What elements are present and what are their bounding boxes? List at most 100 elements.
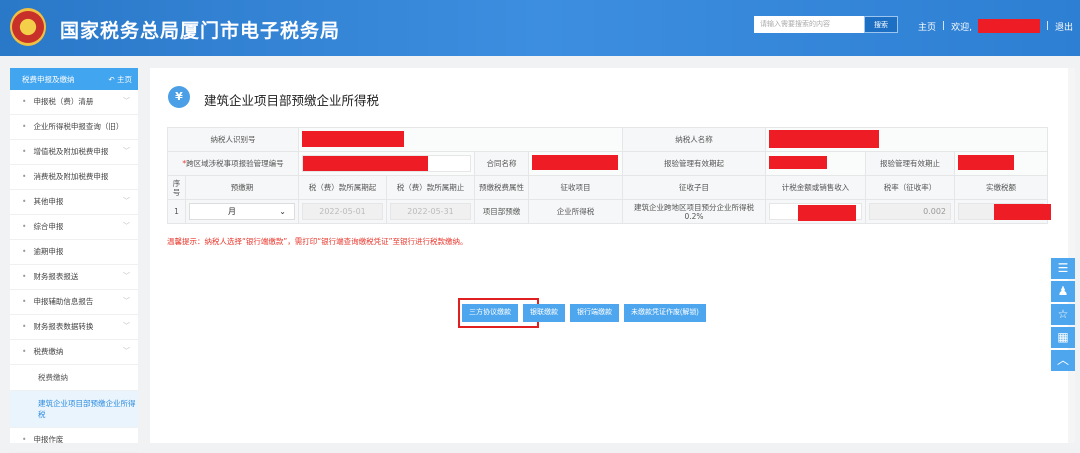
sidebar-home-link[interactable]: ↶ 主页 [108, 74, 132, 85]
redacted-username [977, 19, 1040, 33]
sidebar-item-label: 企业所得税申报查询（旧） [33, 122, 124, 131]
sidebar-item[interactable]: • 消费税及附加税费申报 [10, 165, 138, 190]
void-voucher-button[interactable]: 未缴款凭证作废(解锁) [624, 304, 706, 322]
sidebar-item[interactable]: • 申报作废 [10, 428, 138, 453]
sidebar-heading: 税费申报及缴纳 [22, 74, 75, 84]
subitem-cell: 建筑企业跨地区项目预分企业所得税0.2% [622, 199, 766, 224]
sidebar-item-label: 税费缴纳 [33, 347, 64, 356]
tax-emblem-logo [10, 8, 46, 46]
period-select[interactable]: 月 ⌄ [185, 199, 299, 224]
sidebar-item-label: 申报税（费）清册 [33, 97, 94, 106]
sidebar-item[interactable]: • 税费缴纳 ﹀ [10, 340, 138, 365]
chevron-down-icon: ﹀ [123, 197, 130, 205]
sidebar-item[interactable]: • 申报税（费）清册 ﹀ [10, 90, 138, 115]
header: 国家税务总局厦门市电子税务局 请输入需要搜索的内容 搜索 主页 | 欢迎, | … [0, 0, 1080, 56]
mgmt-no-input[interactable] [298, 151, 475, 176]
separator: | [1045, 21, 1049, 31]
sidebar-item[interactable]: • 企业所得税申报查询（旧） [10, 115, 138, 140]
sidebar-item-label: 财务报表报送 [33, 272, 79, 281]
item-cell: 企业所得税 [528, 199, 623, 224]
bullet-icon: • [22, 147, 27, 156]
contract-value [528, 151, 623, 176]
valid-to-value [954, 151, 1048, 176]
page-title: 建筑企业项目部预缴企业所得税 [204, 93, 380, 108]
attribute-cell: 项目部预缴 [474, 199, 529, 224]
taxpayer-id-value [298, 127, 623, 152]
user-icon[interactable]: ♟ [1051, 281, 1075, 302]
bullet-icon: • [22, 197, 27, 206]
bullet-icon: • [22, 247, 27, 256]
bank-payment-button[interactable]: 银行端缴款 [570, 304, 619, 322]
home-label: 主页 [117, 74, 132, 84]
form-icon[interactable]: ☰ [1051, 258, 1075, 279]
tax-form-table: 纳税人识别号 纳税人名称 *跨区域涉税事项报验管理编号 合同名称 报验管理有效期… [167, 127, 1051, 224]
sidebar-item-label: 财务报表数据转换 [33, 322, 94, 331]
sidebar-subitem[interactable]: 税费缴纳 [10, 365, 138, 391]
chevron-down-icon: ﹀ [123, 97, 130, 105]
up-icon[interactable]: ︿ [1051, 350, 1075, 371]
sidebar-item[interactable]: • 逾期申报 [10, 240, 138, 265]
column-header: 征收项目 [528, 175, 623, 200]
column-header: 实缴税额 [954, 175, 1048, 200]
bullet-icon: • [22, 172, 27, 181]
bullet-icon: • [22, 97, 27, 106]
taxpayer-name-label: 纳税人名称 [622, 127, 766, 152]
row-index: 1 [167, 199, 186, 224]
column-header: 税（费）款所属期起 [298, 175, 387, 200]
bullet-icon: • [22, 122, 27, 131]
column-header: 预缴税费属性 [474, 175, 529, 200]
home-link[interactable]: 主页 [918, 20, 936, 33]
taxpayer-name-value [765, 127, 1048, 152]
star-icon[interactable]: ☆ [1051, 304, 1075, 325]
calculator-icon[interactable]: ▦ [1051, 327, 1075, 348]
sidebar-subitem-active[interactable]: 建筑企业项目部预缴企业所得税 [10, 391, 138, 428]
mgmt-no-text: 跨区域涉税事项报验管理编号 [186, 159, 284, 168]
bullet-icon: • [22, 347, 27, 356]
period-end-field: 2022-05-31 [390, 203, 471, 220]
chevron-down-icon: ﹀ [123, 272, 130, 280]
sidebar-item[interactable]: • 财务报表报送 ﹀ [10, 265, 138, 290]
sidebar: 税费申报及缴纳 ↶ 主页 • 申报税（费）清册 ﹀ • 企业所得税申报查询（旧） • 增值税… [10, 68, 138, 453]
separator: | [942, 21, 946, 31]
search-input[interactable]: 请输入需要搜索的内容 [754, 16, 864, 33]
chevron-down-icon: ﹀ [123, 147, 130, 155]
logout-link[interactable]: 退出 [1055, 20, 1073, 33]
valid-from-label: 报验管理有效期起 [622, 151, 766, 176]
period-start-field: 2022-05-01 [302, 203, 383, 220]
column-header: 税（费）款所属期止 [386, 175, 475, 200]
chevron-down-icon: ﹀ [123, 322, 130, 330]
period-value: 月 [228, 207, 236, 216]
sidebar-item-label: 综合申报 [33, 222, 64, 231]
site-title: 国家税务总局厦门市电子税务局 [60, 20, 341, 42]
sidebar-item-label: 申报辅助信息报告 [33, 297, 94, 306]
sidebar-item-label: 消费税及附加税费申报 [33, 172, 109, 181]
unionpay-payment-button[interactable]: 银联缴款 [523, 304, 565, 322]
sidebar-item[interactable]: • 财务报表数据转换 ﹀ [10, 315, 138, 340]
sidebar-item[interactable]: • 综合申报 ﹀ [10, 215, 138, 240]
taxpayer-id-label: 纳税人识别号 [167, 127, 299, 152]
bullet-icon: • [22, 322, 27, 331]
chevron-down-icon: ﹀ [123, 297, 130, 305]
bullet-icon: • [22, 272, 27, 281]
bullet-icon: • [22, 222, 27, 231]
column-header: 税率（征收率） [865, 175, 955, 200]
scrollbar[interactable] [1068, 68, 1075, 443]
notice-text: 温馨提示：纳税人选择“银行端缴款”，需打印“银行端查询缴税凭证”至银行进行税款缴… [167, 237, 468, 246]
chevron-down-icon: ﹀ [123, 222, 130, 230]
sidebar-item-label: 逾期申报 [33, 247, 64, 256]
tax-rate-field: 0.002 [869, 203, 951, 220]
column-header: 序号 [167, 175, 186, 200]
welcome-text: 欢迎, [951, 22, 972, 33]
valid-to-label: 报验管理有效期止 [865, 151, 955, 176]
search-button[interactable]: 搜索 [864, 16, 898, 33]
tripartite-payment-button[interactable]: 三方协议缴款 [462, 304, 518, 322]
bullet-icon: • [22, 297, 27, 306]
sidebar-item[interactable]: • 其他申报 ﹀ [10, 190, 138, 215]
actual-tax-field [958, 203, 1051, 220]
taxable-amount-input[interactable] [769, 203, 862, 221]
sidebar-item[interactable]: • 增值税及附加税费申报 ﹀ [10, 140, 138, 165]
sidebar-header: 税费申报及缴纳 ↶ 主页 [10, 68, 138, 90]
valid-from-value [765, 151, 866, 176]
sidebar-item[interactable]: • 申报辅助信息报告 ﹀ [10, 290, 138, 315]
contract-label: 合同名称 [474, 151, 529, 176]
